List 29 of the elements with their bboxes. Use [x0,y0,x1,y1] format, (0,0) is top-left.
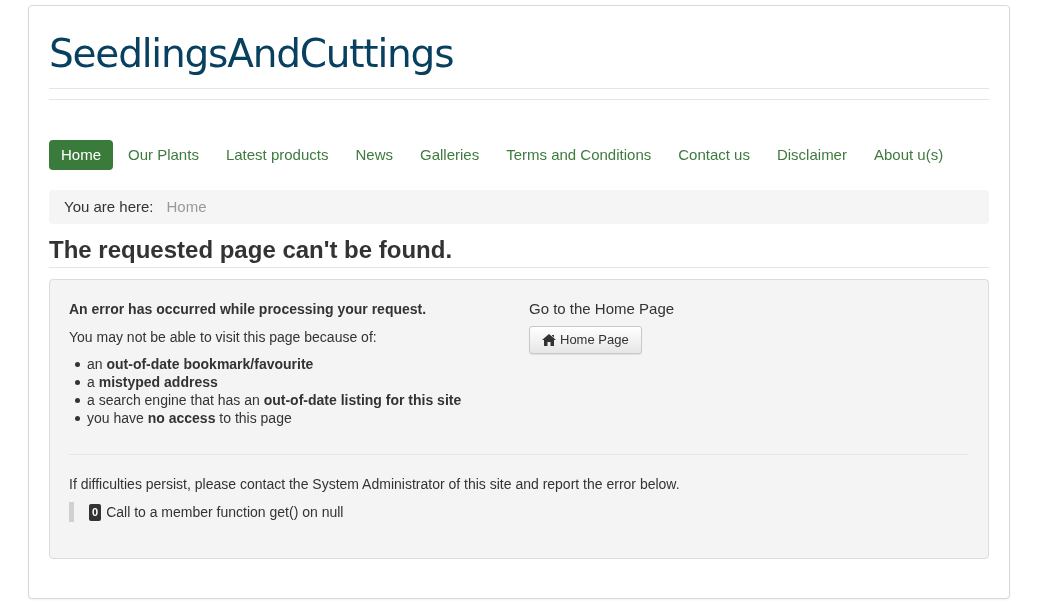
bullet-icon [75,415,80,421]
nav-link[interactable]: Disclaimer [763,140,860,170]
error-code-badge: 0 [89,503,102,521]
nav-link[interactable]: Home [49,140,113,170]
reason-item: you have no access to this page [87,409,292,427]
reason-item: a mistyped address [87,373,218,391]
home-page-text: Go to the Home Page [529,299,675,319]
nav-link[interactable]: News [342,140,406,170]
nav-link[interactable]: Galleries [406,140,493,170]
breadcrumb-label: You are here: [64,196,154,217]
contact-note: If difficulties persist, please contact the System Administrator of this site and report the error below. [69,475,680,494]
bullet-icon [75,397,80,403]
reason-item: an out-of-date bookmark/favourite [87,355,314,373]
error-message: Call to a member function get() on null [106,502,344,522]
nav-link[interactable]: Terms and Conditions [493,140,665,170]
nav-link[interactable]: Contact us [665,140,763,170]
bullet-icon [75,361,80,367]
nav-link[interactable]: About u(s) [860,140,957,170]
page-heading: The requested page can't be found. [49,236,453,264]
bullet-icon [75,379,80,385]
house-icon [542,334,556,346]
home-page-button[interactable]: Home Page [529,326,642,354]
error-intro: You may not be able to visit this page because of: [69,328,377,347]
nav-link[interactable]: Our Plants [115,140,212,170]
reason-item: a search engine that has an out-of-date listing for this site [87,391,462,409]
breadcrumb-item: Home [166,196,207,217]
error-title: An error has occurred while processing your request. [69,300,427,319]
site-title[interactable]: SeedlingsAndCuttings [49,26,454,82]
nav-link[interactable]: Latest products [212,140,342,170]
